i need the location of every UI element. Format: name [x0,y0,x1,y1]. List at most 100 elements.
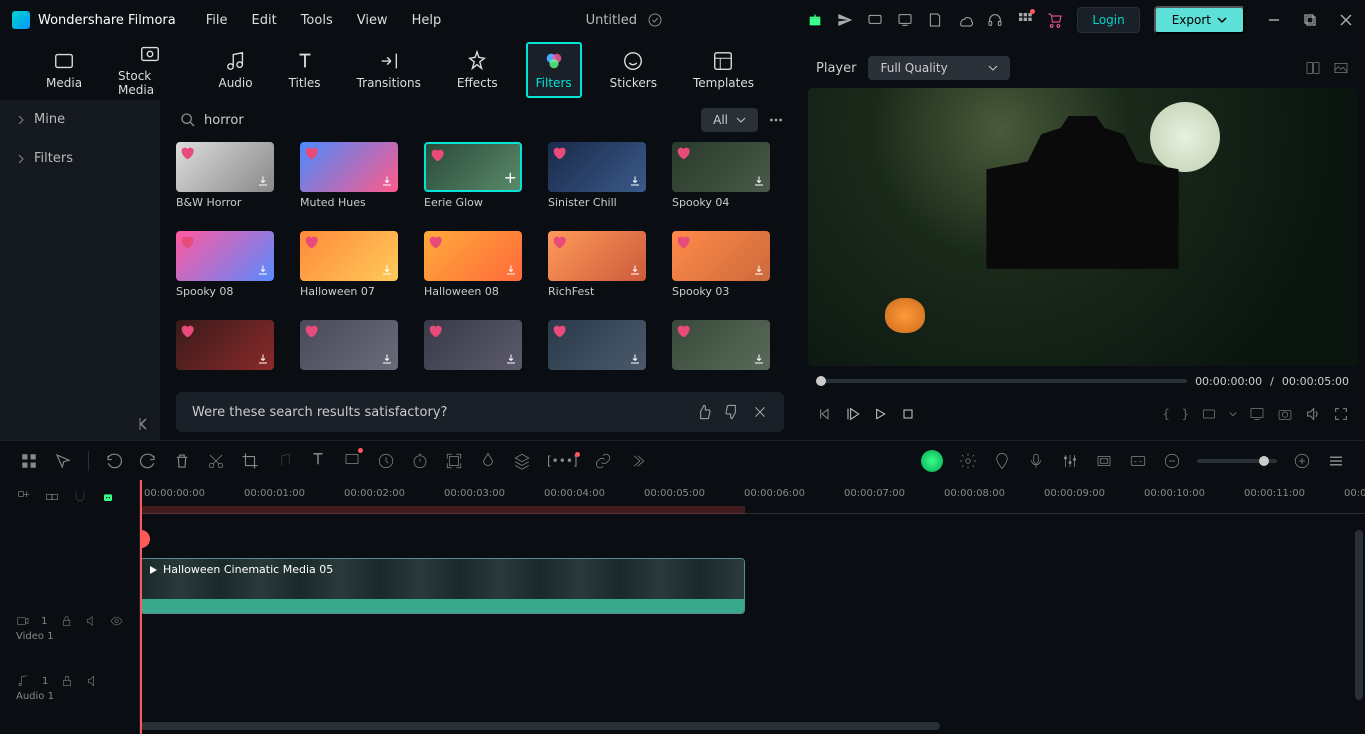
magnet-icon[interactable] [72,489,88,505]
sidebar-collapse[interactable] [0,408,160,440]
filter-card[interactable]: Halloween 08 [424,231,536,308]
filter-card[interactable]: RichFest [548,231,660,308]
export-button[interactable]: Export [1154,6,1245,34]
add-icon[interactable]: + [504,168,517,187]
list-icon[interactable] [1327,452,1345,470]
cloud-sync-icon[interactable] [647,12,663,28]
download-icon[interactable] [505,264,519,278]
menu-file[interactable]: File [206,13,228,28]
play-forward-icon[interactable] [872,406,888,422]
rect-icon[interactable] [1095,452,1113,470]
maximize-icon[interactable] [1303,13,1317,27]
rec-icon-wrap[interactable] [343,450,361,471]
filter-card[interactable]: B&W Horror [176,142,288,219]
tab-stickers[interactable]: Stickers [602,44,665,96]
crop-icon[interactable] [241,452,259,470]
video-clip[interactable]: Halloween Cinematic Media 05 [140,558,745,614]
sidebar-item-filters[interactable]: Filters [0,139,160,178]
tab-templates[interactable]: Templates [685,44,762,96]
delete-icon[interactable] [173,452,191,470]
grid-icon[interactable] [20,452,38,470]
filter-card[interactable]: Spooky 03 [672,231,784,308]
apps-icon-wrap[interactable] [1017,11,1033,30]
time-slider[interactable] [816,379,1187,383]
mute-icon[interactable] [85,614,98,628]
filter-card[interactable]: Spooky 04 [672,142,784,219]
zoom-out-icon[interactable] [1163,452,1181,470]
undo-icon[interactable] [105,452,123,470]
filter-card[interactable]: Spooky 08 [176,231,288,308]
thumbs-down-icon[interactable] [724,404,740,420]
redo-icon[interactable] [139,452,157,470]
headphones-icon[interactable] [987,12,1003,28]
zoom-in-icon[interactable] [1293,452,1311,470]
close-feedback-icon[interactable] [752,404,768,420]
quality-dropdown[interactable]: Full Quality [868,56,1009,80]
more-icon-wrap[interactable]: [•••] [547,454,578,468]
menu-edit[interactable]: Edit [252,13,277,28]
aspect-icon[interactable] [1201,406,1217,422]
play-icon[interactable] [844,406,860,422]
lock-icon[interactable] [60,614,73,628]
timeline-canvas[interactable]: 00:00:00:0000:00:01:0000:00:02:0000:00:0… [140,480,1365,734]
bracket-out[interactable]: } [1182,407,1189,421]
gift-icon[interactable] [807,12,823,28]
filter-card[interactable] [548,320,660,384]
save-icon[interactable] [927,12,943,28]
download-icon[interactable] [257,175,271,189]
cloud-icon[interactable] [957,12,973,28]
tab-audio[interactable]: Audio [210,44,260,96]
zoom-slider[interactable] [1197,459,1277,463]
filter-card[interactable]: Muted Hues [300,142,412,219]
close-icon[interactable] [1339,13,1353,27]
robot-icon[interactable] [100,489,116,505]
filter-card[interactable] [672,320,784,384]
select-icon[interactable] [54,452,72,470]
tab-media[interactable]: Media [38,44,90,96]
sidebar-item-mine[interactable]: Mine [0,100,160,139]
time-ruler[interactable]: 00:00:00:0000:00:01:0000:00:02:0000:00:0… [140,480,1365,514]
horizontal-scrollbar[interactable] [140,722,940,730]
camera-icon[interactable] [1277,406,1293,422]
filter-card[interactable] [300,320,412,384]
layers-icon[interactable] [513,452,531,470]
cut-icon[interactable] [207,452,225,470]
download-icon[interactable] [629,175,643,189]
vertical-scrollbar[interactable] [1355,530,1363,700]
tab-effects[interactable]: Effects [449,44,506,96]
download-icon[interactable] [257,353,271,367]
menu-help[interactable]: Help [412,13,442,28]
tab-filters[interactable]: Filters [526,42,582,98]
login-button[interactable]: Login [1077,7,1139,33]
download-icon[interactable] [381,353,395,367]
preview-screen[interactable] [808,88,1357,366]
screen-icon[interactable] [897,12,913,28]
minimize-icon[interactable] [1267,13,1281,27]
more-icon[interactable] [768,112,784,128]
mic-icon[interactable] [1027,452,1045,470]
tracking-icon[interactable] [445,452,463,470]
download-icon[interactable] [753,353,767,367]
download-icon[interactable] [629,353,643,367]
send-icon[interactable] [837,12,853,28]
filter-card[interactable]: +Eerie Glow [424,142,536,219]
download-icon[interactable] [629,264,643,278]
prev-frame-icon[interactable] [816,406,832,422]
chevron-down-icon[interactable] [1229,410,1237,418]
download-icon[interactable] [753,264,767,278]
text-icon-wrap[interactable] [309,450,327,471]
stop-icon[interactable] [900,406,916,422]
add-track-icon[interactable] [16,489,32,505]
filter-card[interactable] [424,320,536,384]
marker-icon[interactable] [993,452,1011,470]
filter-card[interactable]: Halloween 07 [300,231,412,308]
filter-card[interactable] [176,320,288,384]
download-icon[interactable] [505,353,519,367]
tab-transitions[interactable]: Transitions [349,44,429,96]
color-icon[interactable] [479,452,497,470]
bracket-in[interactable]: { [1163,407,1170,421]
thumbs-up-icon[interactable] [696,404,712,420]
caption-icon[interactable] [1129,452,1147,470]
download-icon[interactable] [257,264,271,278]
menu-tools[interactable]: Tools [301,13,333,28]
